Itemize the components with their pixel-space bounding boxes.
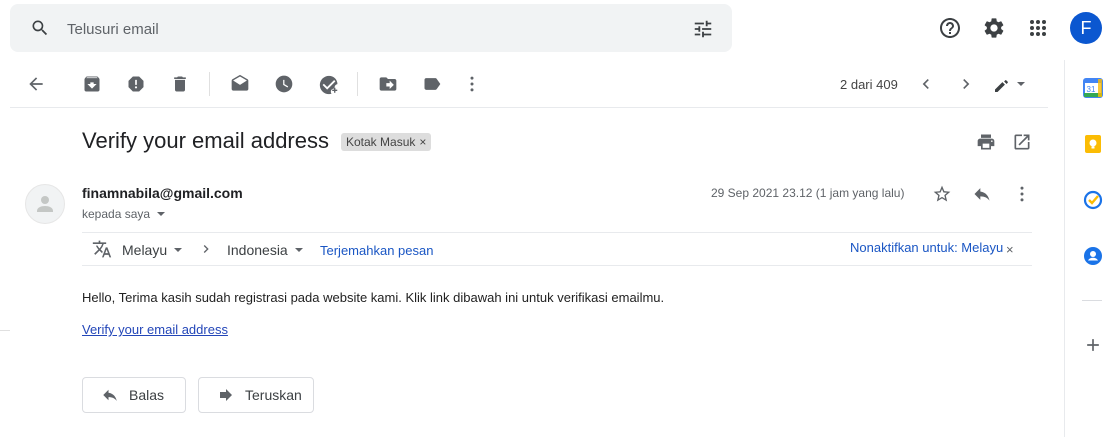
search-icon[interactable] bbox=[30, 18, 50, 38]
apps-grid-icon[interactable] bbox=[1026, 16, 1050, 40]
email-subject: Verify your email address bbox=[82, 128, 329, 153]
inbox-label-chip[interactable]: Kotak Masuk × bbox=[341, 133, 432, 151]
report-spam-icon[interactable] bbox=[126, 74, 146, 94]
arrow-right-icon bbox=[198, 241, 214, 257]
forward-button-label: Teruskan bbox=[245, 387, 302, 403]
input-tools-pen-icon[interactable] bbox=[994, 74, 1025, 94]
print-icon[interactable] bbox=[976, 132, 996, 152]
chevron-left-icon[interactable] bbox=[916, 74, 936, 94]
contacts-icon[interactable] bbox=[1083, 246, 1103, 266]
keep-icon[interactable] bbox=[1083, 134, 1103, 154]
recipient-details[interactable]: kepada saya bbox=[82, 207, 166, 221]
account-avatar[interactable]: F bbox=[1070, 12, 1102, 44]
message-more-icon[interactable] bbox=[1012, 184, 1032, 204]
target-language-select[interactable]: Indonesia bbox=[227, 242, 304, 258]
settings-gear-icon[interactable] bbox=[982, 16, 1006, 40]
email-date: 29 Sep 2021 23.12 (1 jam yang lalu) bbox=[711, 186, 905, 200]
label-remove-icon[interactable]: × bbox=[419, 133, 426, 151]
caret-down-icon bbox=[294, 248, 303, 252]
star-icon[interactable] bbox=[932, 184, 952, 204]
source-language-select[interactable]: Melayu bbox=[122, 242, 183, 258]
forward-icon bbox=[220, 389, 232, 401]
sender-email[interactable]: finamnabila@gmail.com bbox=[82, 185, 243, 201]
left-edge-divider bbox=[0, 330, 10, 331]
email-body-text: Hello, Terima kasih sudah registrasi pad… bbox=[82, 290, 665, 305]
archive-icon[interactable] bbox=[82, 74, 102, 94]
add-addon-plus-icon[interactable] bbox=[1083, 335, 1103, 355]
verify-email-link[interactable]: Verify your email address bbox=[82, 322, 228, 337]
recipient-label: kepada saya bbox=[82, 207, 151, 221]
sender-avatar bbox=[25, 184, 65, 224]
chevron-right-icon[interactable] bbox=[956, 74, 976, 94]
toolbar-divider bbox=[357, 72, 358, 96]
calendar-icon[interactable]: 31 bbox=[1083, 78, 1103, 98]
more-options-icon[interactable] bbox=[462, 74, 482, 94]
help-icon[interactable] bbox=[938, 16, 962, 40]
label-icon[interactable] bbox=[422, 74, 442, 94]
pager-count: 2 dari 409 bbox=[840, 77, 898, 92]
side-panel-divider bbox=[1082, 300, 1102, 301]
disable-translation-link[interactable]: Nonaktifkan untuk: Melayu bbox=[850, 240, 1003, 255]
translate-icon bbox=[92, 239, 112, 259]
toolbar-divider bbox=[209, 72, 210, 96]
forward-button[interactable]: Teruskan bbox=[198, 377, 314, 413]
toolbar-divider-line bbox=[10, 107, 1048, 108]
caret-down-icon[interactable] bbox=[156, 209, 166, 219]
mark-unread-icon[interactable] bbox=[230, 74, 250, 94]
translate-message-link[interactable]: Terjemahkan pesan bbox=[320, 243, 433, 258]
open-new-window-icon[interactable] bbox=[1012, 132, 1032, 152]
search-input[interactable] bbox=[67, 19, 567, 39]
snooze-clock-icon[interactable] bbox=[274, 74, 294, 94]
caret-down-icon bbox=[174, 248, 183, 252]
target-language-label: Indonesia bbox=[227, 242, 288, 258]
add-to-tasks-icon[interactable] bbox=[318, 74, 338, 95]
delete-icon[interactable] bbox=[170, 74, 190, 94]
svg-text:31: 31 bbox=[1087, 85, 1096, 94]
move-to-icon[interactable] bbox=[378, 74, 398, 94]
close-translation-icon[interactable]: × bbox=[1006, 242, 1014, 257]
label-chip-text: Kotak Masuk bbox=[346, 135, 416, 149]
source-language-label: Melayu bbox=[122, 242, 168, 258]
back-arrow-icon[interactable] bbox=[26, 74, 46, 94]
reply-button[interactable]: Balas bbox=[82, 377, 186, 413]
reply-button-label: Balas bbox=[129, 387, 165, 403]
tasks-icon[interactable] bbox=[1083, 190, 1103, 210]
reply-icon bbox=[103, 389, 117, 401]
search-options-icon[interactable] bbox=[692, 18, 714, 40]
reply-icon[interactable] bbox=[972, 184, 992, 204]
